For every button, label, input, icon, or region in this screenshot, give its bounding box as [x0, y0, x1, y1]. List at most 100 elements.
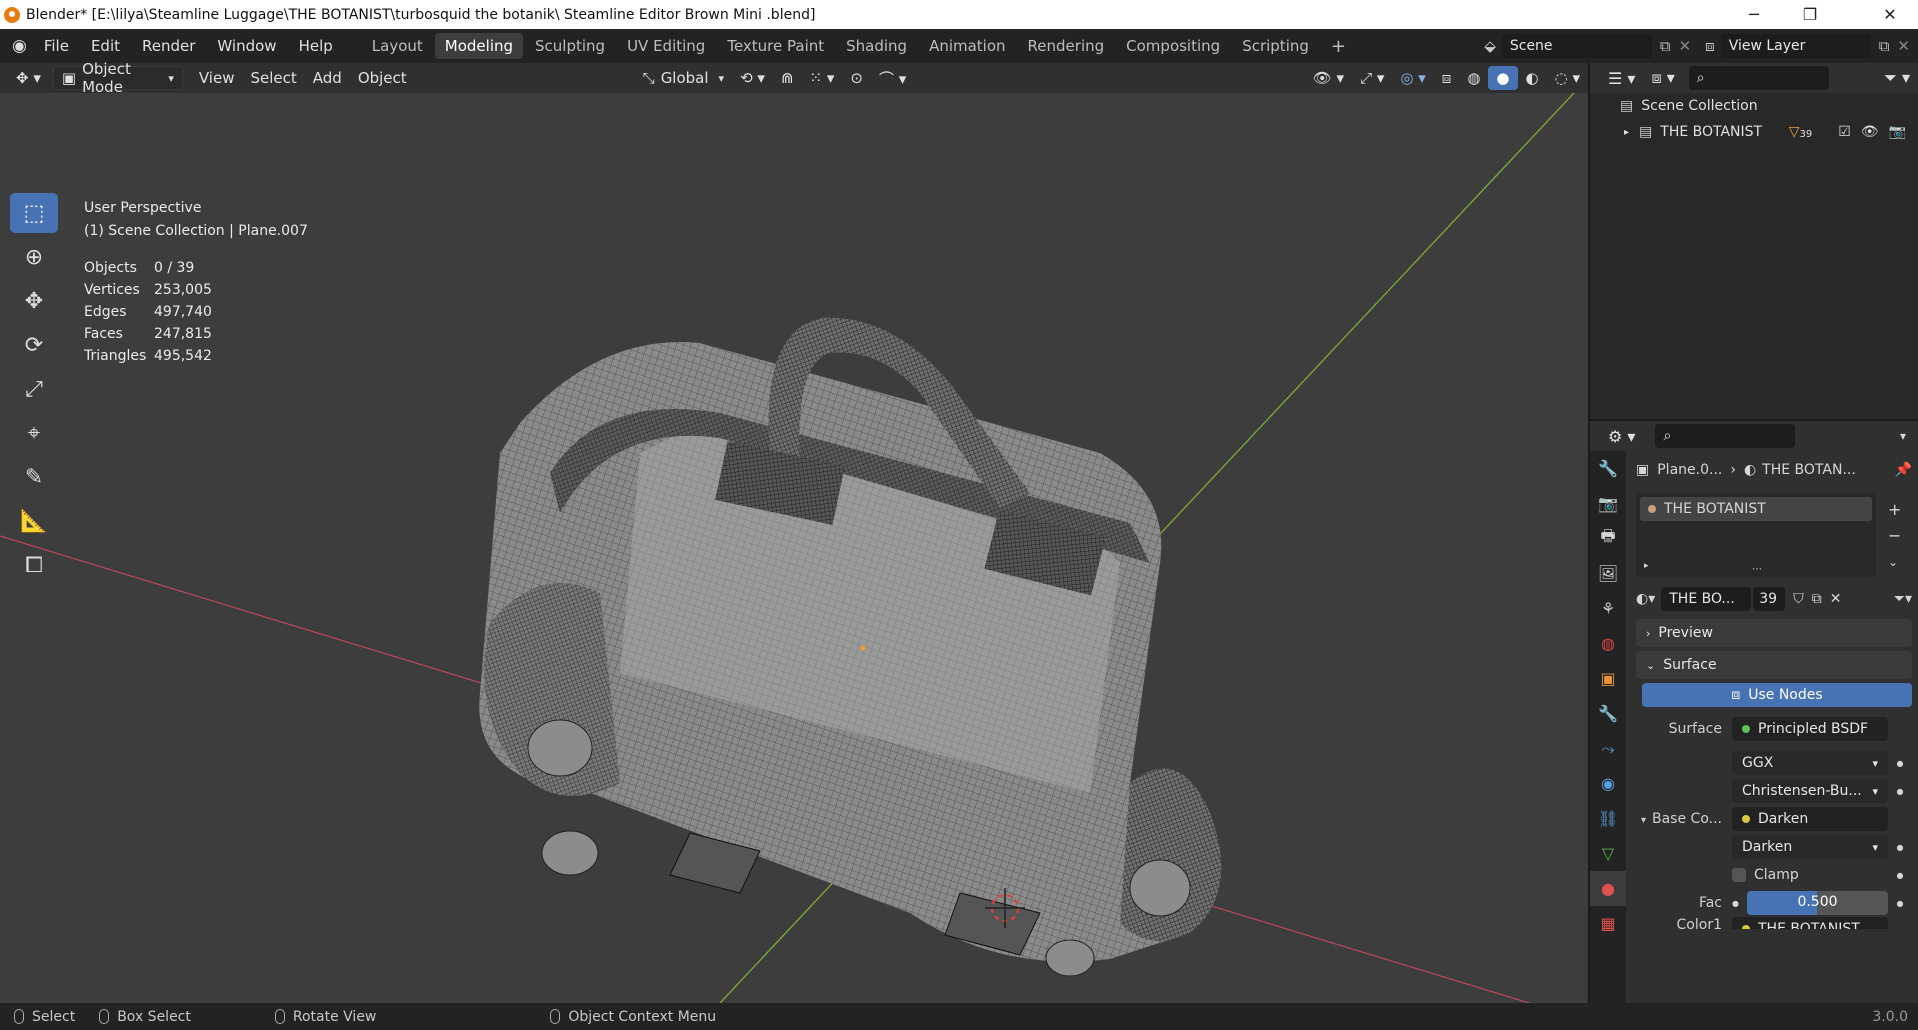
shading-solid-icon[interactable]: ●	[1488, 66, 1518, 90]
scene-tab-icon[interactable]: ⚘	[1590, 591, 1626, 626]
outliner-item-the-botanist[interactable]: ▸ ▤ THE BOTANIST ▽ 39 ☑ 👁 📷	[1590, 119, 1918, 145]
expand-arrow-icon[interactable]: ▸	[1624, 127, 1629, 138]
select-box-tool[interactable]: ⬚	[10, 193, 58, 233]
xray-icon[interactable]: ⧈	[1434, 66, 1460, 90]
display-mode-icon[interactable]: ⧈ ▾	[1643, 66, 1682, 90]
shading-wireframe-icon[interactable]: ◍	[1459, 66, 1488, 90]
fac-slider[interactable]: 0.500	[1746, 891, 1888, 915]
particles-tab-icon[interactable]: ⤳	[1590, 731, 1626, 766]
gizmo-icon[interactable]: ⤢ ▾	[1352, 66, 1392, 90]
clamp-checkbox[interactable]	[1732, 868, 1746, 882]
rotate-tool[interactable]: ⟳	[10, 325, 58, 365]
camera-icon[interactable]: 📷	[1889, 124, 1906, 140]
cursor-tool[interactable]: ⊕	[10, 237, 58, 277]
surface-shader-field[interactable]: Principled BSDF	[1732, 717, 1888, 741]
shading-material-icon[interactable]: ◐	[1518, 66, 1547, 90]
shading-rendered-icon[interactable]: ◌ ▾	[1547, 66, 1588, 90]
annotate-tool[interactable]: ✎	[10, 457, 58, 497]
material-slot-list[interactable]: THE BOTANIST ▸ ⋯	[1636, 493, 1876, 577]
expand-arrow-icon[interactable]: ▸	[1644, 561, 1649, 571]
scene-browse-icon[interactable]: ⬙	[1484, 37, 1496, 55]
falloff-icon[interactable]: ⌒ ▾	[871, 66, 914, 90]
material-name-field[interactable]: THE BO...	[1661, 587, 1752, 611]
eye-icon[interactable]: 👁	[1861, 124, 1879, 140]
object-tab-icon[interactable]: ▣	[1590, 661, 1626, 696]
remove-slot-button[interactable]: −	[1888, 523, 1901, 549]
move-tool[interactable]: ✥	[10, 281, 58, 321]
outliner-search-input[interactable]: ⌕	[1688, 66, 1829, 90]
menu-select[interactable]: Select	[242, 66, 304, 90]
base-color-field[interactable]: Darken	[1732, 807, 1888, 831]
menu-help[interactable]: Help	[288, 37, 344, 55]
menu-file[interactable]: File	[33, 37, 80, 55]
base-color-label-wrap[interactable]: ▾ Base Co...	[1636, 811, 1732, 827]
delete-scene-icon[interactable]: ✕	[1679, 37, 1692, 55]
menu-add[interactable]: Add	[305, 66, 350, 90]
tab-texture-paint[interactable]: Texture Paint	[717, 33, 834, 59]
duplicate-material-icon[interactable]: ⧉	[1812, 591, 1822, 607]
proportional-edit-icon[interactable]: ⊙	[842, 66, 871, 90]
snap-element-icon[interactable]: ⁙ ▾	[802, 66, 843, 90]
use-nodes-button[interactable]: ⧈ Use Nodes	[1642, 683, 1912, 707]
properties-search-input[interactable]: ⌕	[1655, 424, 1796, 448]
resize-handle-icon[interactable]: ⋯	[1752, 564, 1762, 575]
menu-object[interactable]: Object	[350, 66, 415, 90]
tab-rendering[interactable]: Rendering	[1018, 33, 1115, 59]
tab-compositing[interactable]: Compositing	[1116, 33, 1230, 59]
mode-dropdown[interactable]: ▣ Object Mode ▾	[52, 60, 183, 96]
menu-window[interactable]: Window	[206, 37, 287, 55]
render-tab-icon[interactable]: 📷	[1590, 486, 1626, 521]
minimize-button[interactable]: ─	[1726, 0, 1782, 29]
tab-uv-editing[interactable]: UV Editing	[617, 33, 715, 59]
snap-toggle-icon[interactable]: ⋒	[773, 66, 802, 90]
unlink-material-icon[interactable]: ✕	[1830, 591, 1842, 607]
view-layer-field[interactable]: View Layer	[1720, 34, 1871, 58]
tab-modeling[interactable]: Modeling	[434, 33, 524, 59]
delete-view-layer-icon[interactable]: ✕	[1897, 37, 1910, 55]
tab-layout[interactable]: Layout	[362, 33, 433, 59]
transform-orientation-dropdown[interactable]: ⤡ Global ▾	[635, 66, 732, 90]
measure-tool[interactable]: 📐	[10, 501, 58, 541]
menu-view[interactable]: View	[191, 66, 243, 90]
tab-sculpting[interactable]: Sculpting	[525, 33, 615, 59]
world-tab-icon[interactable]: ◍	[1590, 626, 1626, 661]
tab-scripting[interactable]: Scripting	[1232, 33, 1319, 59]
slot-menu-chevron-icon[interactable]: ⌄	[1888, 549, 1901, 575]
add-slot-button[interactable]: +	[1888, 497, 1901, 523]
scene-field[interactable]: Scene	[1501, 34, 1652, 58]
new-scene-icon[interactable]: ⧉	[1660, 37, 1671, 55]
blend-mode-dropdown[interactable]: Darken ▾	[1732, 835, 1888, 859]
3d-viewport[interactable]: ‹ ⬚ ⊕ ✥ ⟳ ⤢ ⌖ ✎ 📐 ⧠ User Perspective (1)…	[0, 93, 1588, 1003]
user-count[interactable]: 39	[1753, 587, 1786, 611]
properties-editor-type-icon[interactable]: ⚙ ▾	[1600, 424, 1643, 448]
output-tab-icon[interactable]: 🖶	[1590, 521, 1626, 556]
color1-field[interactable]: THE BOTANIST	[1732, 917, 1888, 929]
texture-tab-icon[interactable]: ▦	[1590, 906, 1626, 941]
tool-tab-icon[interactable]: 🔧	[1590, 451, 1626, 486]
editor-type-icon[interactable]: ✥ ▾	[8, 66, 49, 90]
blender-menu-icon[interactable]: ◉	[12, 36, 27, 56]
tab-animation[interactable]: Animation	[919, 33, 1015, 59]
add-cube-tool[interactable]: ⧠	[10, 545, 58, 585]
material-slot-item[interactable]: THE BOTANIST	[1640, 497, 1872, 521]
physics-tab-icon[interactable]: ◉	[1590, 766, 1626, 801]
close-button[interactable]: ✕	[1862, 0, 1918, 29]
pivot-point-icon[interactable]: ⟲ ▾	[732, 66, 773, 90]
constraints-tab-icon[interactable]: ⛓	[1590, 801, 1626, 836]
tab-shading[interactable]: Shading	[836, 33, 917, 59]
maximize-button[interactable]: ❐	[1782, 0, 1838, 29]
material-browse-icon[interactable]: ◐▾	[1636, 591, 1655, 607]
menu-render[interactable]: Render	[131, 37, 206, 55]
modifier-tab-icon[interactable]: 🔧	[1590, 696, 1626, 731]
filter-icon[interactable]: ⏷▾	[1894, 591, 1912, 607]
outliner-item-scene-collection[interactable]: ▤ Scene Collection	[1590, 93, 1918, 119]
overlays-icon[interactable]: ◎ ▾	[1392, 66, 1433, 90]
material-tab-icon[interactable]: ●	[1590, 871, 1626, 906]
filter-icon[interactable]: ⏷ ▾	[1876, 66, 1918, 90]
visibility-icon[interactable]: 👁 ▾	[1305, 66, 1352, 90]
preview-section-header[interactable]: › Preview	[1636, 619, 1912, 647]
surface-section-header[interactable]: ⌄ Surface	[1636, 651, 1912, 679]
new-view-layer-icon[interactable]: ⧉	[1879, 37, 1890, 55]
outliner-editor-type-icon[interactable]: ☰ ▾	[1600, 66, 1643, 90]
luggage-mesh[interactable]	[479, 317, 1222, 977]
